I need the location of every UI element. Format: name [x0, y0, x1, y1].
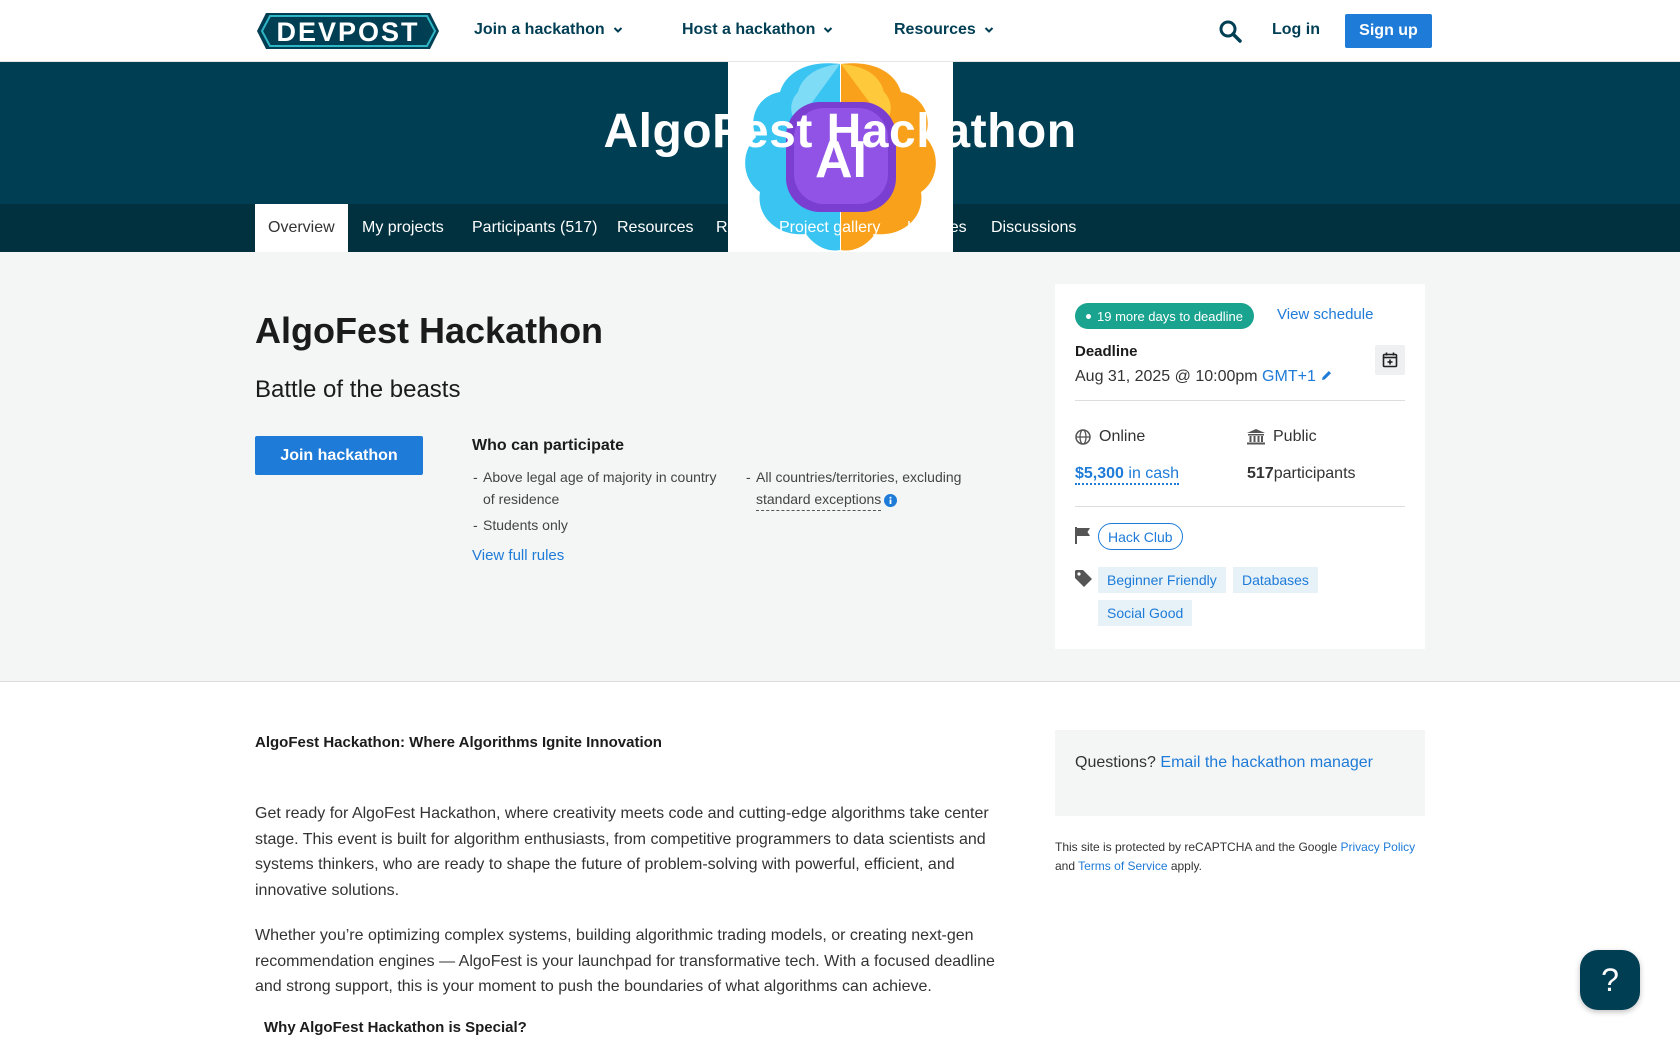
eligibility-exceptions[interactable]: standard exceptions [756, 489, 898, 511]
tab-resources[interactable]: Resources [617, 204, 693, 252]
nav-host-hackathon[interactable]: Host a hackathon [682, 21, 833, 39]
tag-icon [1075, 570, 1092, 587]
nav-join-hackathon[interactable]: Join a hackathon [474, 21, 623, 39]
view-schedule-link[interactable]: View schedule [1277, 306, 1373, 323]
theme-tag[interactable]: Social Good [1098, 600, 1193, 626]
prize-amount[interactable]: $5,300 in cash [1075, 465, 1180, 485]
tab-updates[interactable]: Updates [907, 204, 967, 252]
eligibility-item: - Students only [473, 517, 568, 533]
recaptcha-notice: This site is protected by reCAPTCHA and … [1055, 840, 1416, 873]
why-special-heading: Why AlgoFest Hackathon is Special? [264, 1019, 527, 1036]
tab-participants[interactable]: Participants (517) [472, 204, 597, 252]
signup-button[interactable]: Sign up [1345, 14, 1432, 48]
description-paragraph: Get ready for AlgoFest Hackathon, where … [255, 805, 989, 899]
logo-ai-text: AI [815, 131, 867, 189]
questions-box: Questions? Email the hackathon manager [1055, 730, 1425, 816]
nav-join-label: Join a hackathon [474, 21, 605, 38]
host-hack-club[interactable]: Hack Club [1098, 523, 1183, 550]
login-link[interactable]: Log in [1272, 21, 1320, 39]
view-full-rules-link[interactable]: View full rules [472, 547, 564, 564]
nav-resources-label: Resources [894, 21, 976, 38]
theme-tag[interactable]: Beginner Friendly [1098, 567, 1226, 593]
chevron-down-icon [824, 27, 833, 33]
pencil-icon[interactable] [1320, 369, 1333, 382]
calendar-plus-icon [1382, 352, 1398, 368]
questions-text: Questions? Email the hackathon manager [1075, 754, 1373, 771]
devpost-logo[interactable]: DEVPOST [256, 12, 440, 50]
tab-rules[interactable]: Rules [716, 204, 757, 252]
info-icon[interactable] [884, 493, 898, 507]
divider [1075, 506, 1405, 507]
privacy-policy-link[interactable]: Privacy Policy [1340, 840, 1415, 854]
deadline-date: Aug 31, 2025 @ 10:00pm GMT+1 [1075, 368, 1333, 386]
search-icon[interactable] [1218, 19, 1242, 43]
flag-icon [1075, 527, 1090, 544]
divider [1075, 400, 1405, 401]
nav-resources[interactable]: Resources [894, 21, 994, 39]
location-online: Online [1075, 428, 1145, 446]
help-button[interactable]: ? [1580, 950, 1640, 1010]
tab-project-gallery[interactable]: Project gallery [779, 204, 880, 252]
status-dot [1086, 313, 1091, 319]
theme-tag[interactable]: Databases [1233, 567, 1318, 593]
page-title: AlgoFest Hackathon [255, 310, 604, 351]
participants-count: 517 participants [1247, 465, 1356, 482]
chevron-down-icon [984, 27, 994, 33]
description-paragraph: Whether you’re optimizing complex system… [255, 927, 995, 995]
tab-my-projects[interactable]: My projects [362, 204, 444, 252]
globe-icon [1075, 429, 1091, 445]
top-navigation: DEVPOST Join a hackathon Host a hackatho… [0, 0, 1680, 62]
eligibility-item-cont: of residence [483, 491, 560, 507]
email-manager-link[interactable]: Email the hackathon manager [1160, 754, 1373, 771]
join-hackathon-button[interactable]: Join hackathon [255, 436, 423, 475]
deadline-label: Deadline [1075, 343, 1138, 360]
tab-overview[interactable]: Overview [255, 204, 348, 252]
eligibility-item: - All countries/territories, excluding [746, 469, 962, 485]
tab-discussions[interactable]: Discussions [991, 204, 1076, 252]
chevron-down-icon [613, 27, 622, 33]
content-heading: AlgoFest Hackathon: Where Algorithms Ign… [255, 734, 662, 751]
eligibility-item: - Above legal age of majority in country [473, 469, 717, 485]
landmark-icon [1247, 429, 1265, 445]
devpost-logo-text: DEVPOST [276, 17, 419, 47]
days-to-deadline-badge: 19 more days to deadline [1075, 303, 1254, 329]
tagline: Battle of the beasts [255, 376, 461, 403]
nav-host-label: Host a hackathon [682, 21, 816, 38]
terms-of-service-link[interactable]: Terms of Service [1078, 859, 1167, 873]
timezone-link[interactable]: GMT+1 [1262, 368, 1316, 385]
who-can-participate-heading: Who can participate [472, 437, 625, 454]
add-to-calendar-button[interactable] [1375, 345, 1405, 375]
visibility-public: Public [1247, 428, 1317, 446]
